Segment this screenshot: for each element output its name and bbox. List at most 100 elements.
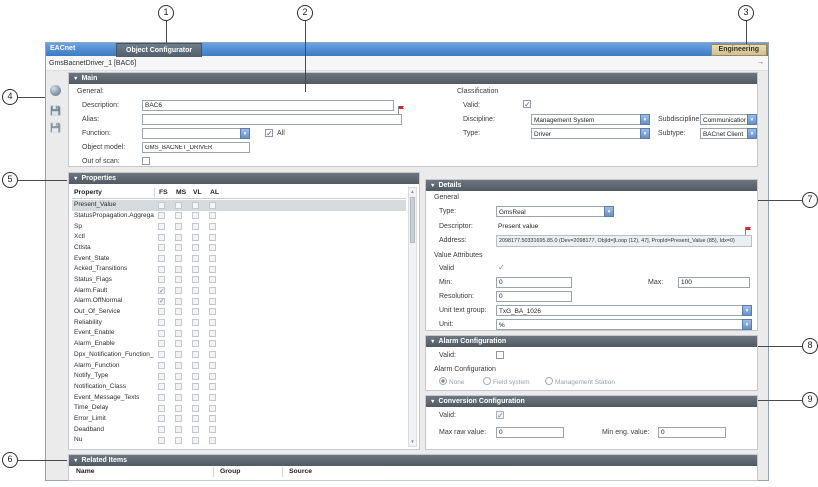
tab-object-configurator[interactable]: Object Configurator — [116, 43, 202, 57]
property-flag-checkbox[interactable] — [175, 383, 182, 390]
property-row[interactable]: Out_Of_Service — [72, 307, 406, 318]
min-input[interactable] — [496, 277, 572, 288]
property-flag-checkbox[interactable] — [192, 340, 199, 347]
property-flag-checkbox[interactable] — [158, 362, 165, 369]
column-fs[interactable]: FS — [159, 189, 168, 196]
property-flag-checkbox[interactable] — [209, 202, 216, 209]
classification-valid-checkbox[interactable] — [523, 100, 531, 108]
property-flag-checkbox[interactable] — [192, 212, 199, 219]
alias-input[interactable] — [142, 114, 402, 125]
property-flag-checkbox[interactable] — [209, 437, 216, 444]
property-flag-checkbox[interactable] — [158, 405, 165, 412]
column-property[interactable]: Property — [74, 189, 102, 196]
property-flag-checkbox[interactable] — [175, 362, 182, 369]
property-row[interactable]: Nu — [72, 435, 406, 446]
property-flag-checkbox[interactable] — [158, 394, 165, 401]
scrollbar-thumb[interactable] — [410, 197, 415, 243]
property-flag-checkbox[interactable] — [192, 330, 199, 337]
property-row[interactable]: Alarm_Enable — [72, 339, 406, 350]
function-all-checkbox[interactable] — [265, 129, 273, 137]
property-flag-checkbox[interactable] — [158, 223, 165, 230]
property-flag-checkbox[interactable] — [175, 266, 182, 273]
property-flag-checkbox[interactable] — [209, 298, 216, 305]
out-of-scan-checkbox[interactable] — [142, 157, 150, 165]
property-flag-checkbox[interactable] — [209, 383, 216, 390]
property-row[interactable]: Dpx_Notification_Function_S — [72, 350, 406, 361]
save-icon[interactable] — [50, 103, 63, 116]
property-flag-checkbox[interactable] — [175, 244, 182, 251]
property-flag-checkbox[interactable] — [158, 244, 165, 251]
resolution-input[interactable] — [496, 291, 572, 302]
property-flag-checkbox[interactable] — [209, 373, 216, 380]
property-row[interactable]: Alarm_Function — [72, 360, 406, 371]
property-flag-checkbox[interactable] — [158, 234, 165, 241]
property-row[interactable]: Acked_Transitions — [72, 264, 406, 275]
property-flag-checkbox[interactable] — [192, 308, 199, 315]
column-al[interactable]: AL — [210, 189, 219, 196]
alarm-option-none[interactable]: None — [439, 377, 465, 386]
property-flag-checkbox[interactable] — [192, 255, 199, 262]
property-row[interactable]: Xctl — [72, 232, 406, 243]
property-flag-checkbox[interactable] — [209, 212, 216, 219]
property-flag-checkbox[interactable] — [192, 373, 199, 380]
property-flag-checkbox[interactable] — [192, 351, 199, 358]
alarm-valid-checkbox[interactable] — [496, 351, 504, 359]
property-flag-checkbox[interactable] — [158, 351, 165, 358]
property-flag-checkbox[interactable] — [209, 244, 216, 251]
property-flag-checkbox[interactable] — [175, 276, 182, 283]
property-flag-checkbox[interactable] — [209, 351, 216, 358]
property-flag-checkbox[interactable] — [158, 383, 165, 390]
alarm-configuration-header[interactable]: ▼Alarm Configuration — [426, 336, 757, 347]
function-dropdown[interactable]: ▼ — [142, 128, 250, 139]
property-flag-checkbox[interactable] — [158, 202, 165, 209]
property-flag-checkbox[interactable] — [192, 319, 199, 326]
property-row[interactable]: Status_Flags — [72, 275, 406, 286]
save-as-icon[interactable] — [50, 120, 63, 133]
property-flag-checkbox[interactable] — [209, 330, 216, 337]
property-flag-checkbox[interactable] — [158, 437, 165, 444]
property-flag-checkbox[interactable] — [158, 298, 165, 305]
property-flag-checkbox[interactable] — [158, 319, 165, 326]
property-row[interactable]: Deadband — [72, 424, 406, 435]
scroll-up-icon[interactable]: ▲ — [409, 188, 416, 196]
property-flag-checkbox[interactable] — [192, 415, 199, 422]
property-row[interactable]: Alarm.Fault — [72, 286, 406, 297]
property-flag-checkbox[interactable] — [175, 415, 182, 422]
column-vl[interactable]: VL — [193, 189, 202, 196]
property-flag-checkbox[interactable] — [192, 223, 199, 230]
property-row[interactable]: Reliability — [72, 318, 406, 329]
property-flag-checkbox[interactable] — [175, 255, 182, 262]
property-flag-checkbox[interactable] — [158, 415, 165, 422]
subtype-dropdown[interactable]: BACnet Client ▼ — [700, 128, 757, 139]
max-input[interactable] — [678, 277, 750, 288]
column-source[interactable]: Source — [289, 468, 312, 475]
property-flag-checkbox[interactable] — [209, 415, 216, 422]
property-flag-checkbox[interactable] — [158, 426, 165, 433]
property-flag-checkbox[interactable] — [209, 319, 216, 326]
property-flag-checkbox[interactable] — [209, 276, 216, 283]
property-row[interactable]: Time_Delay — [72, 403, 406, 414]
property-flag-checkbox[interactable] — [209, 394, 216, 401]
property-flag-checkbox[interactable] — [175, 426, 182, 433]
property-flag-checkbox[interactable] — [175, 223, 182, 230]
property-flag-checkbox[interactable] — [192, 383, 199, 390]
property-flag-checkbox[interactable] — [192, 362, 199, 369]
property-flag-checkbox[interactable] — [192, 405, 199, 412]
details-type-dropdown[interactable]: GmsReal ▼ — [496, 206, 614, 217]
property-flag-checkbox[interactable] — [209, 362, 216, 369]
property-row[interactable]: Event_Message_Texts — [72, 392, 406, 403]
property-flag-checkbox[interactable] — [192, 394, 199, 401]
unit-dropdown[interactable]: % ▼ — [496, 319, 752, 330]
object-model-input[interactable] — [142, 142, 250, 153]
property-flag-checkbox[interactable] — [175, 340, 182, 347]
property-flag-checkbox[interactable] — [175, 298, 182, 305]
property-flag-checkbox[interactable] — [175, 351, 182, 358]
dock-arrow-icon[interactable]: → — [757, 59, 764, 66]
property-flag-checkbox[interactable] — [158, 266, 165, 273]
property-flag-checkbox[interactable] — [192, 244, 199, 251]
conversion-valid-checkbox[interactable] — [496, 411, 504, 419]
property-flag-checkbox[interactable] — [175, 308, 182, 315]
property-row[interactable]: Error_Limit — [72, 414, 406, 425]
property-flag-checkbox[interactable] — [175, 319, 182, 326]
property-flag-checkbox[interactable] — [175, 234, 182, 241]
